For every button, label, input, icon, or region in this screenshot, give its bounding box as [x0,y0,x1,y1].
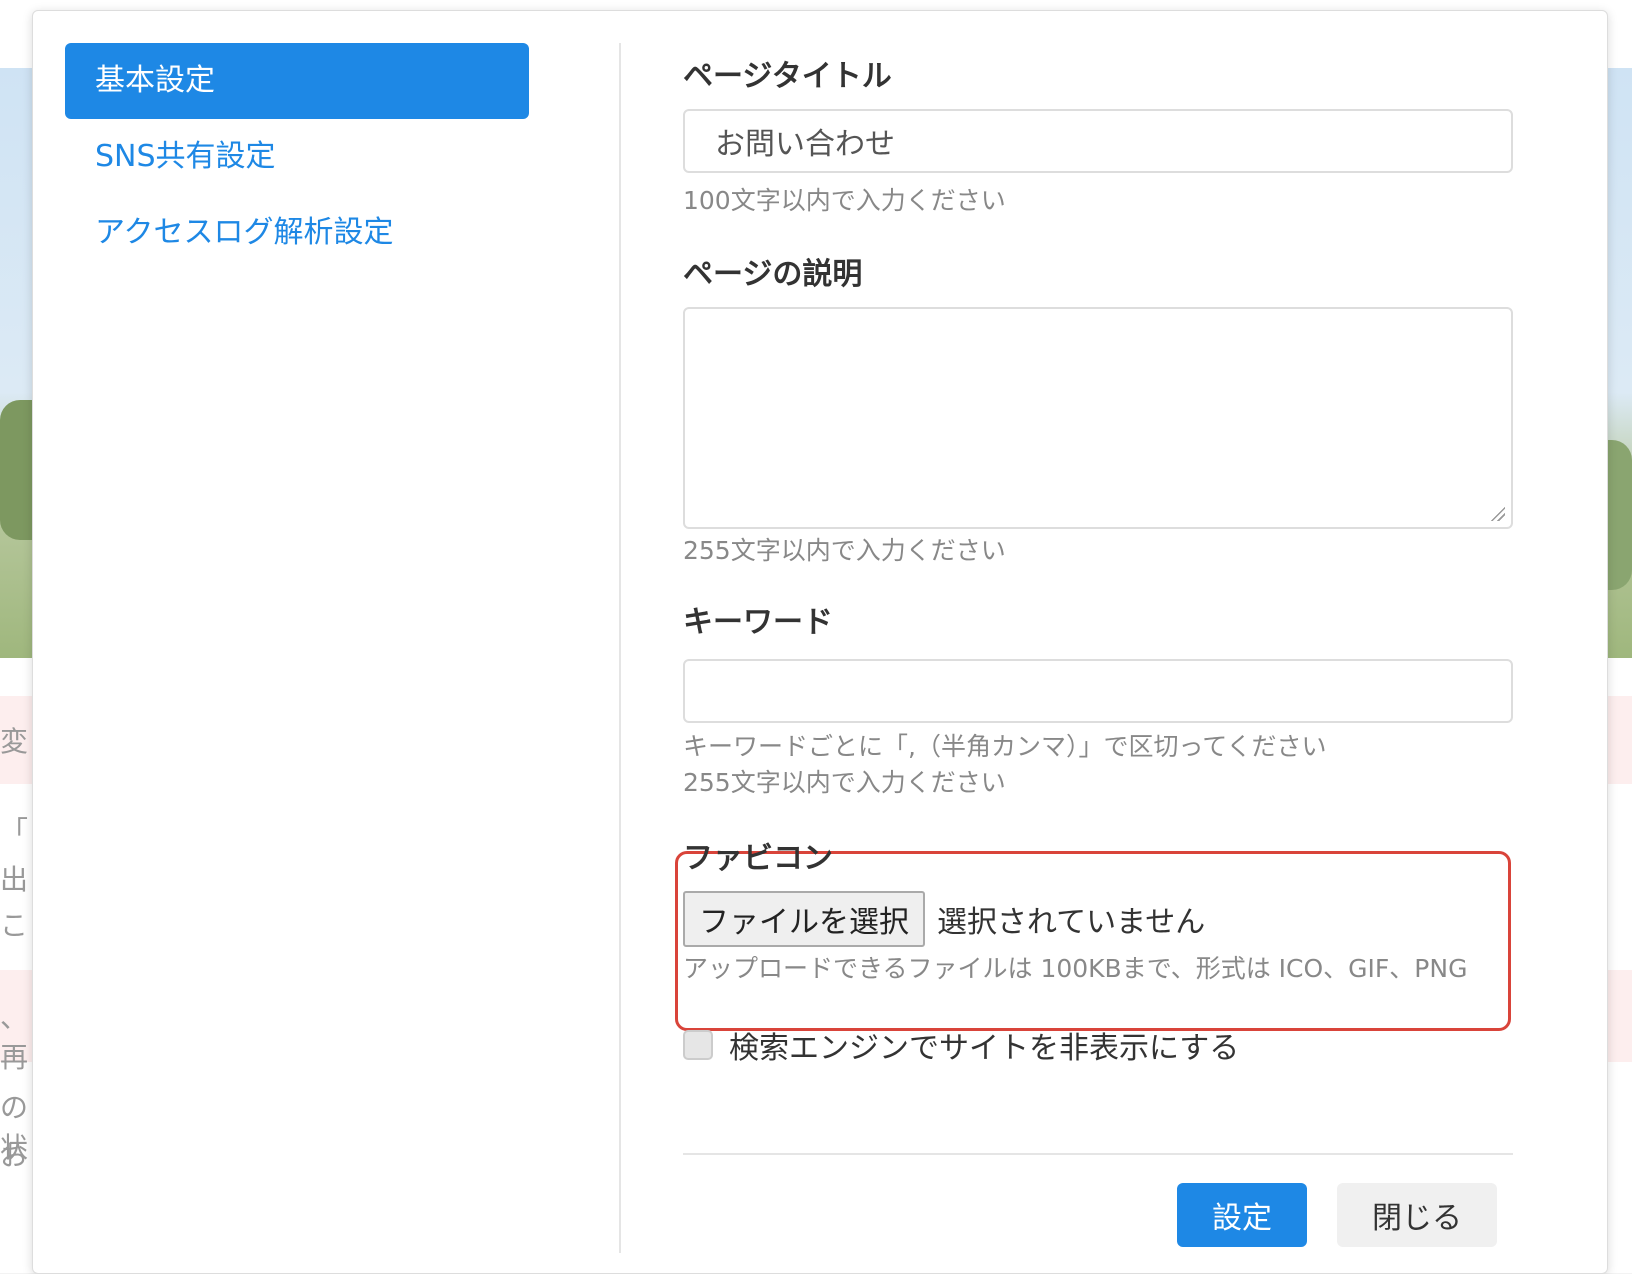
favicon-label: ファビコン [683,841,833,876]
page-description-label: ページの説明 [683,257,863,292]
page-title-label: ページタイトル [683,59,892,94]
background-text: こ [0,909,29,942]
resize-handle-icon[interactable] [1489,505,1505,521]
sidebar-item-label: 基本設定 [95,63,215,98]
sidebar-item-label: アクセスログ解析設定 [95,215,394,250]
sidebar-item-access-log-settings[interactable]: アクセスログ解析設定 [65,195,529,271]
keywords-help-separator: キーワードごとに「,（半角カンマ）」で区切ってください [683,732,1327,761]
background-text: 「こ [0,815,57,848]
background-text: 、再 [0,1001,29,1074]
settings-sidebar: 基本設定 SNS共有設定 アクセスログ解析設定 [65,43,529,271]
background-text: 変 [0,725,29,758]
footer-divider [683,1153,1513,1155]
page-settings-modal: 基本設定 SNS共有設定 アクセスログ解析設定 ページタイトル お問い合わせ 1… [32,10,1608,1274]
favicon-help: アップロードできるファイルは 100KBまで、形式は ICO、GIF、PNG [683,954,1468,983]
vertical-divider [619,43,621,1253]
save-settings-button[interactable]: 設定 [1177,1183,1307,1247]
background-text: お [0,1139,29,1172]
page-title-help: 100文字以内で入力ください [683,186,1006,215]
page-description-help: 255文字以内で入力ください [683,536,1006,565]
page-title-value: お問い合わせ [715,127,895,162]
favicon-file-picker: ファイルを選択 選択されていません [683,891,1205,947]
sidebar-item-label: SNS共有設定 [95,139,276,174]
keywords-help-length: 255文字以内で入力ください [683,768,1006,797]
page-title-input[interactable]: お問い合わせ [683,109,1513,173]
page-description-textarea[interactable] [683,307,1513,529]
hide-search-label: 検索エンジンでサイトを非表示にする [729,1031,1240,1066]
sidebar-item-sns-share-settings[interactable]: SNS共有設定 [65,119,529,195]
file-status-text: 選択されていません [937,905,1206,940]
sidebar-item-basic-settings[interactable]: 基本設定 [65,43,529,119]
hide-search-checkbox[interactable] [683,1030,713,1060]
close-button[interactable]: 閉じる [1337,1183,1497,1247]
keywords-input[interactable] [683,659,1513,723]
hide-search-option: 検索エンジンでサイトを非表示にする [683,1023,1239,1067]
background-text: 出 [0,863,29,896]
choose-file-button[interactable]: ファイルを選択 [683,891,925,947]
keywords-label: キーワード [683,605,833,640]
